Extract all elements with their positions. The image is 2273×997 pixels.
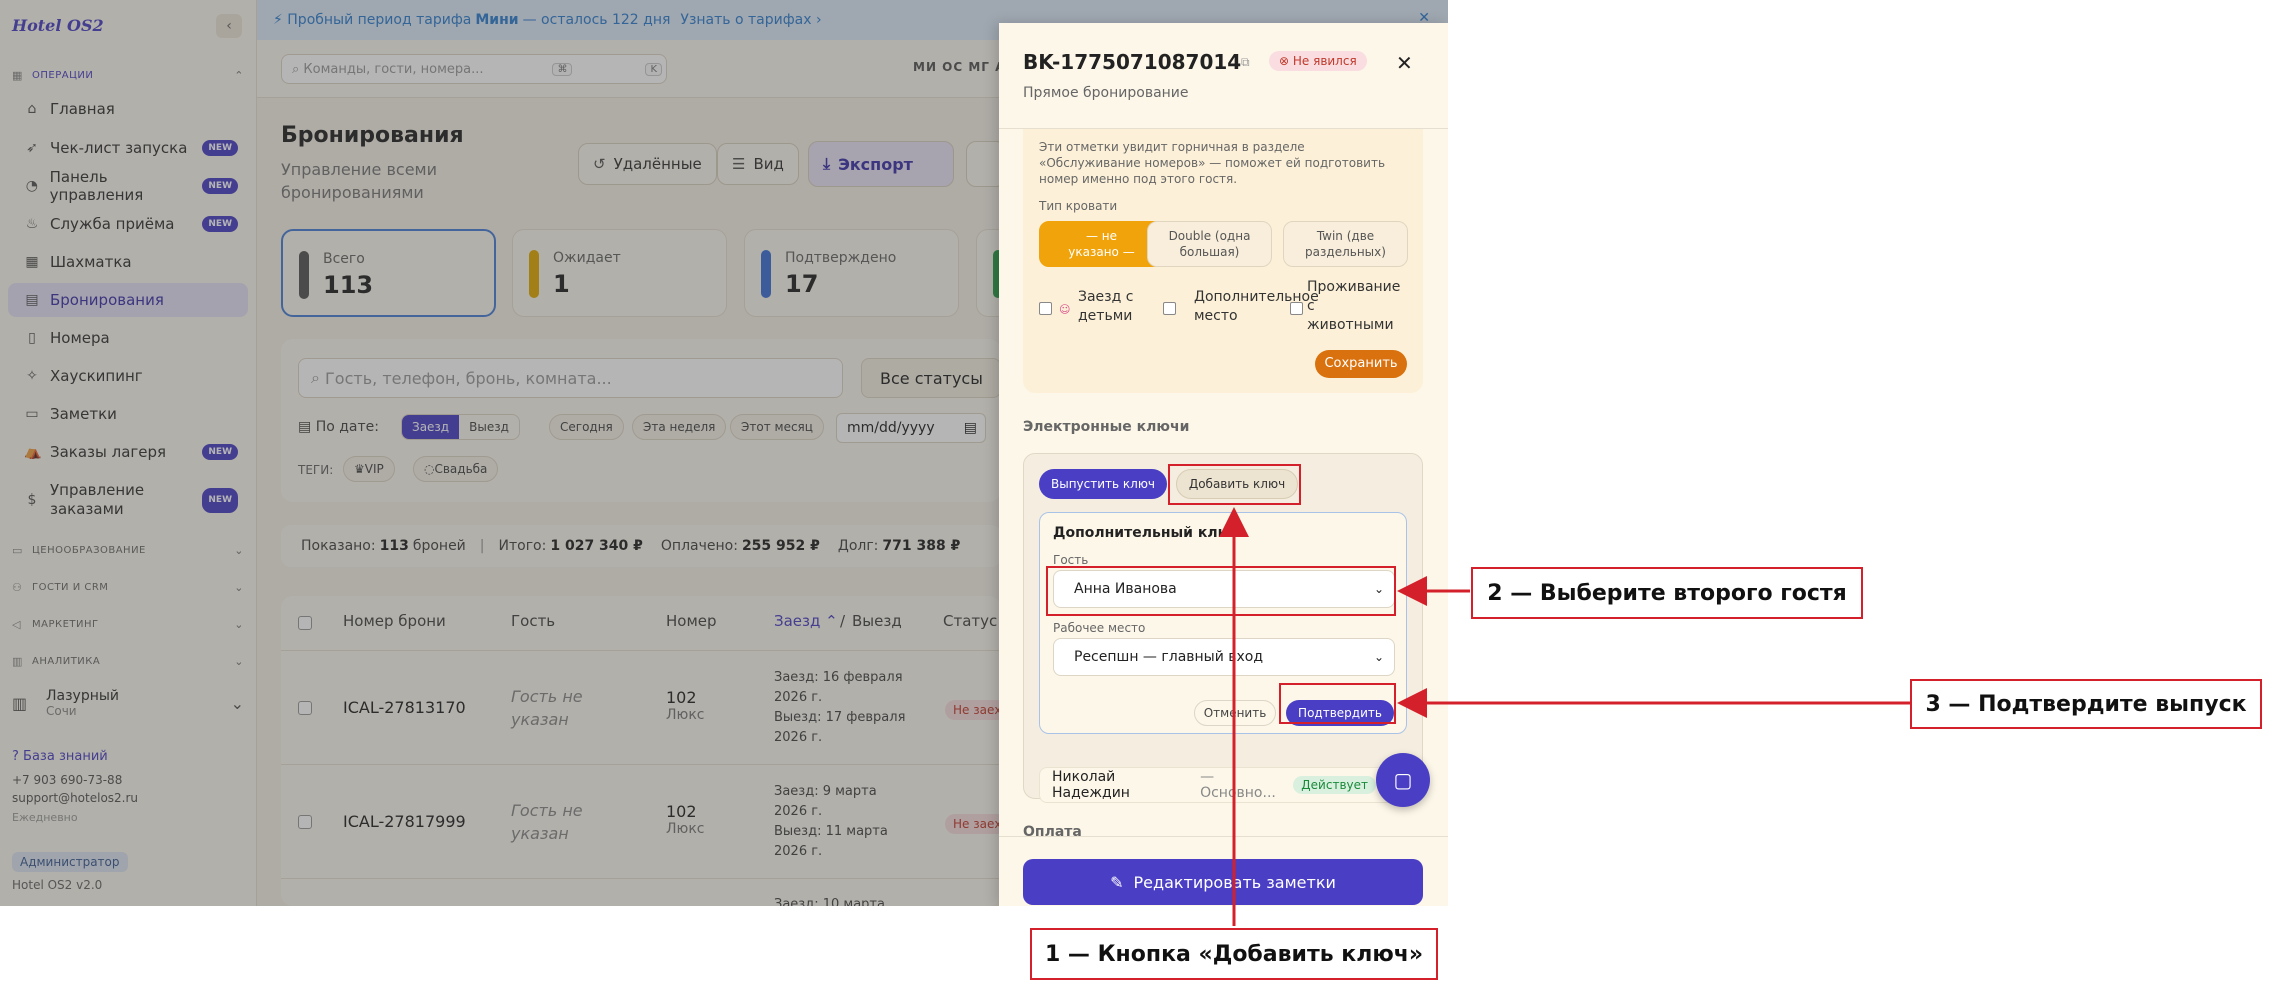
annotation-arrows — [1219, 507, 1910, 926]
callout-step1: 1 — Кнопка «Добавить ключ» — [1030, 928, 1438, 980]
callout-step2: 2 — Выберите второго гостя — [1471, 567, 1863, 619]
callout-step3: 3 — Подтвердите выпуск — [1910, 679, 2262, 729]
screenshot-stage: Hotel OS2 ‹ ▦ ОПЕРАЦИИ ⌃ ⌂ Главная ➶ Чек-л… — [0, 0, 2273, 997]
